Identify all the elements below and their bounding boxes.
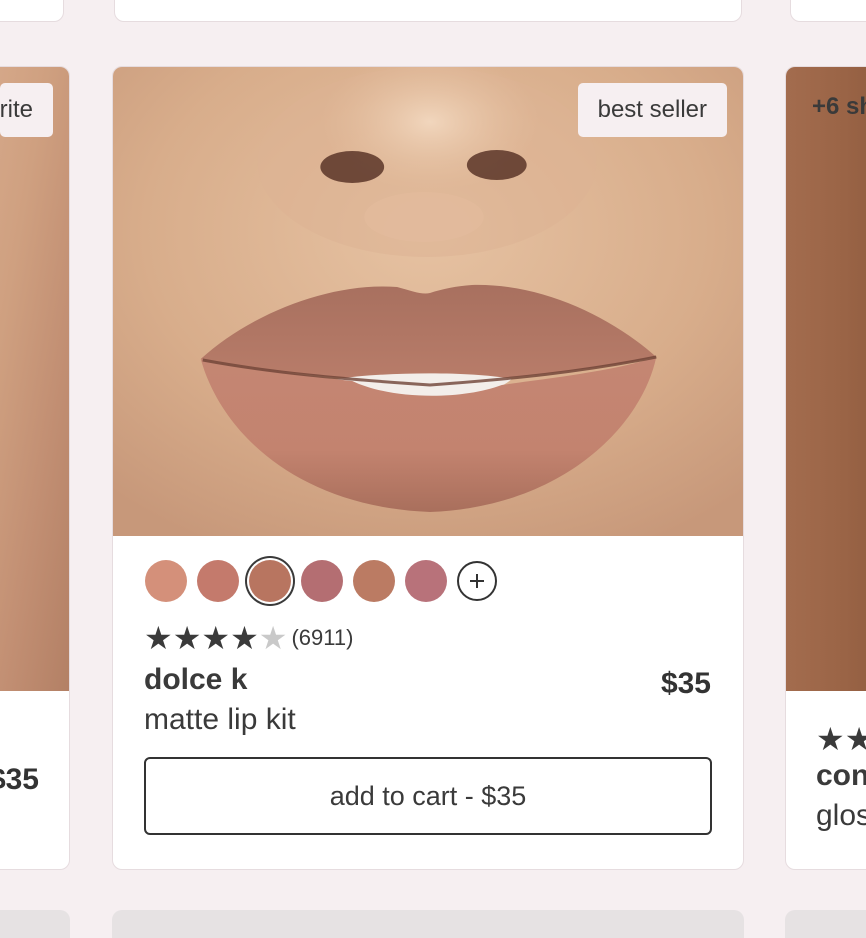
- shade-swatch-1[interactable]: [145, 560, 187, 602]
- star-icon: ★: [172, 619, 202, 657]
- product-type: glos: [816, 799, 866, 832]
- product-card-left[interactable]: rite $35: [0, 66, 70, 870]
- product-name[interactable]: con: [816, 759, 866, 793]
- product-card-dolce-k[interactable]: best seller ★★★★★ (6911) dolce k matte l…: [112, 66, 744, 870]
- product-type: matte lip kit: [144, 703, 296, 736]
- add-to-cart-button[interactable]: add to cart - $35: [144, 757, 712, 835]
- product-card-top-center: [114, 0, 742, 22]
- rating[interactable]: ★★★★★ (6911): [144, 622, 353, 654]
- product-card-right[interactable]: +6 sh ★ ★ con glos: [785, 66, 866, 870]
- product-image[interactable]: [786, 67, 866, 691]
- shade-swatch-3[interactable]: [249, 560, 291, 602]
- plus-icon: [470, 574, 484, 588]
- product-image[interactable]: [113, 67, 743, 536]
- rating: ★ ★: [816, 723, 866, 755]
- product-name[interactable]: dolce k: [144, 663, 247, 697]
- product-card-bottom-right: [785, 910, 866, 938]
- product-card-bottom-left: [0, 910, 70, 938]
- product-price: $35: [660, 667, 711, 700]
- shade-swatches: [145, 560, 497, 602]
- product-card-top-left: [0, 0, 64, 22]
- shade-swatch-6[interactable]: [405, 560, 447, 602]
- shade-swatch-4[interactable]: [301, 560, 343, 602]
- shade-swatch-5[interactable]: [353, 560, 395, 602]
- star-icon: ★: [230, 619, 259, 657]
- star-icon: ★: [258, 619, 288, 657]
- product-card-bottom-center: [112, 910, 744, 938]
- product-card-top-right: [790, 0, 866, 22]
- star-icon: ★: [201, 619, 231, 657]
- star-icon: ★: [816, 720, 845, 758]
- product-badge: rite: [0, 83, 53, 137]
- shade-swatch-2[interactable]: [197, 560, 239, 602]
- star-icon: ★: [845, 723, 866, 755]
- product-price: $35: [0, 763, 39, 796]
- shade-count-label: +6 sh: [812, 93, 866, 120]
- rating-count: (6911): [291, 625, 354, 650]
- star-icon: ★: [144, 619, 173, 657]
- star-rating: ★★★★★: [144, 622, 287, 654]
- more-shades-button[interactable]: [457, 561, 497, 601]
- best-seller-badge: best seller: [577, 83, 727, 137]
- product-image[interactable]: [0, 67, 69, 691]
